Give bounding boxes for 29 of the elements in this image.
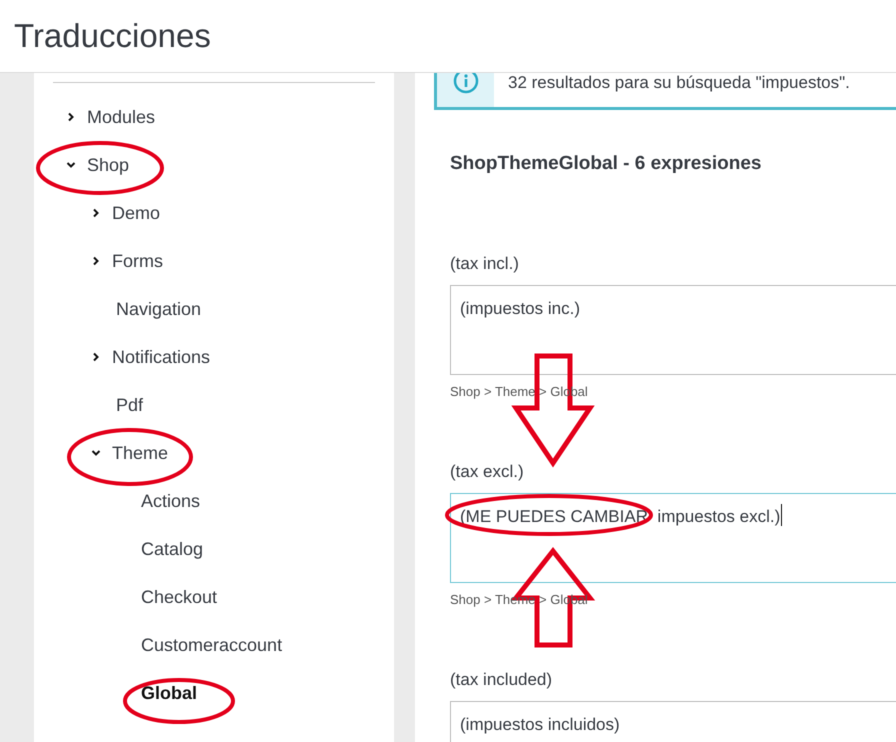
info-icon <box>452 73 478 94</box>
tree-item[interactable]: Navigation <box>116 296 202 322</box>
chevron-right-icon[interactable] <box>66 112 76 122</box>
tree-item[interactable]: Theme <box>112 440 168 466</box>
chevron-right-icon[interactable] <box>91 256 101 266</box>
chevron-right-icon[interactable] <box>91 352 101 362</box>
field-label: (tax excl.) <box>450 461 525 481</box>
chevron-right-icon[interactable] <box>91 208 101 218</box>
tree-item[interactable]: Catalog <box>141 536 204 562</box>
translation-field[interactable]: (impuestos inc.) <box>450 285 896 375</box>
section-heading: ShopThemeGlobal - 6 expresiones <box>450 152 762 174</box>
field-label: (tax incl.) <box>450 253 520 273</box>
tree-item[interactable]: Customeraccount <box>141 632 282 658</box>
tree-item[interactable]: Global <box>141 680 198 706</box>
tree-item[interactable]: Modules <box>87 104 156 130</box>
chevron-down-icon[interactable] <box>66 160 76 170</box>
translation-field[interactable]: (impuestos incluidos) <box>450 701 896 742</box>
tree-item[interactable]: Notifications <box>112 344 210 370</box>
tree-item[interactable]: Demo <box>112 200 160 226</box>
tree-item[interactable]: Shop <box>87 152 130 178</box>
tree-item[interactable]: Checkout <box>141 584 218 610</box>
chevron-down-icon[interactable] <box>91 448 101 458</box>
tree-item[interactable]: Forms <box>112 248 163 274</box>
tree-item[interactable]: Pdf <box>116 392 144 418</box>
tree-item[interactable]: Actions <box>141 488 200 514</box>
page-title: Traducciones <box>14 16 211 56</box>
field-label: (tax included) <box>450 669 554 689</box>
translation-field[interactable]: (ME PUEDES CAMBIAR impuestos excl.) <box>450 493 896 583</box>
alert-text: 32 resultados para su búsqueda "impuestos". <box>508 73 850 94</box>
